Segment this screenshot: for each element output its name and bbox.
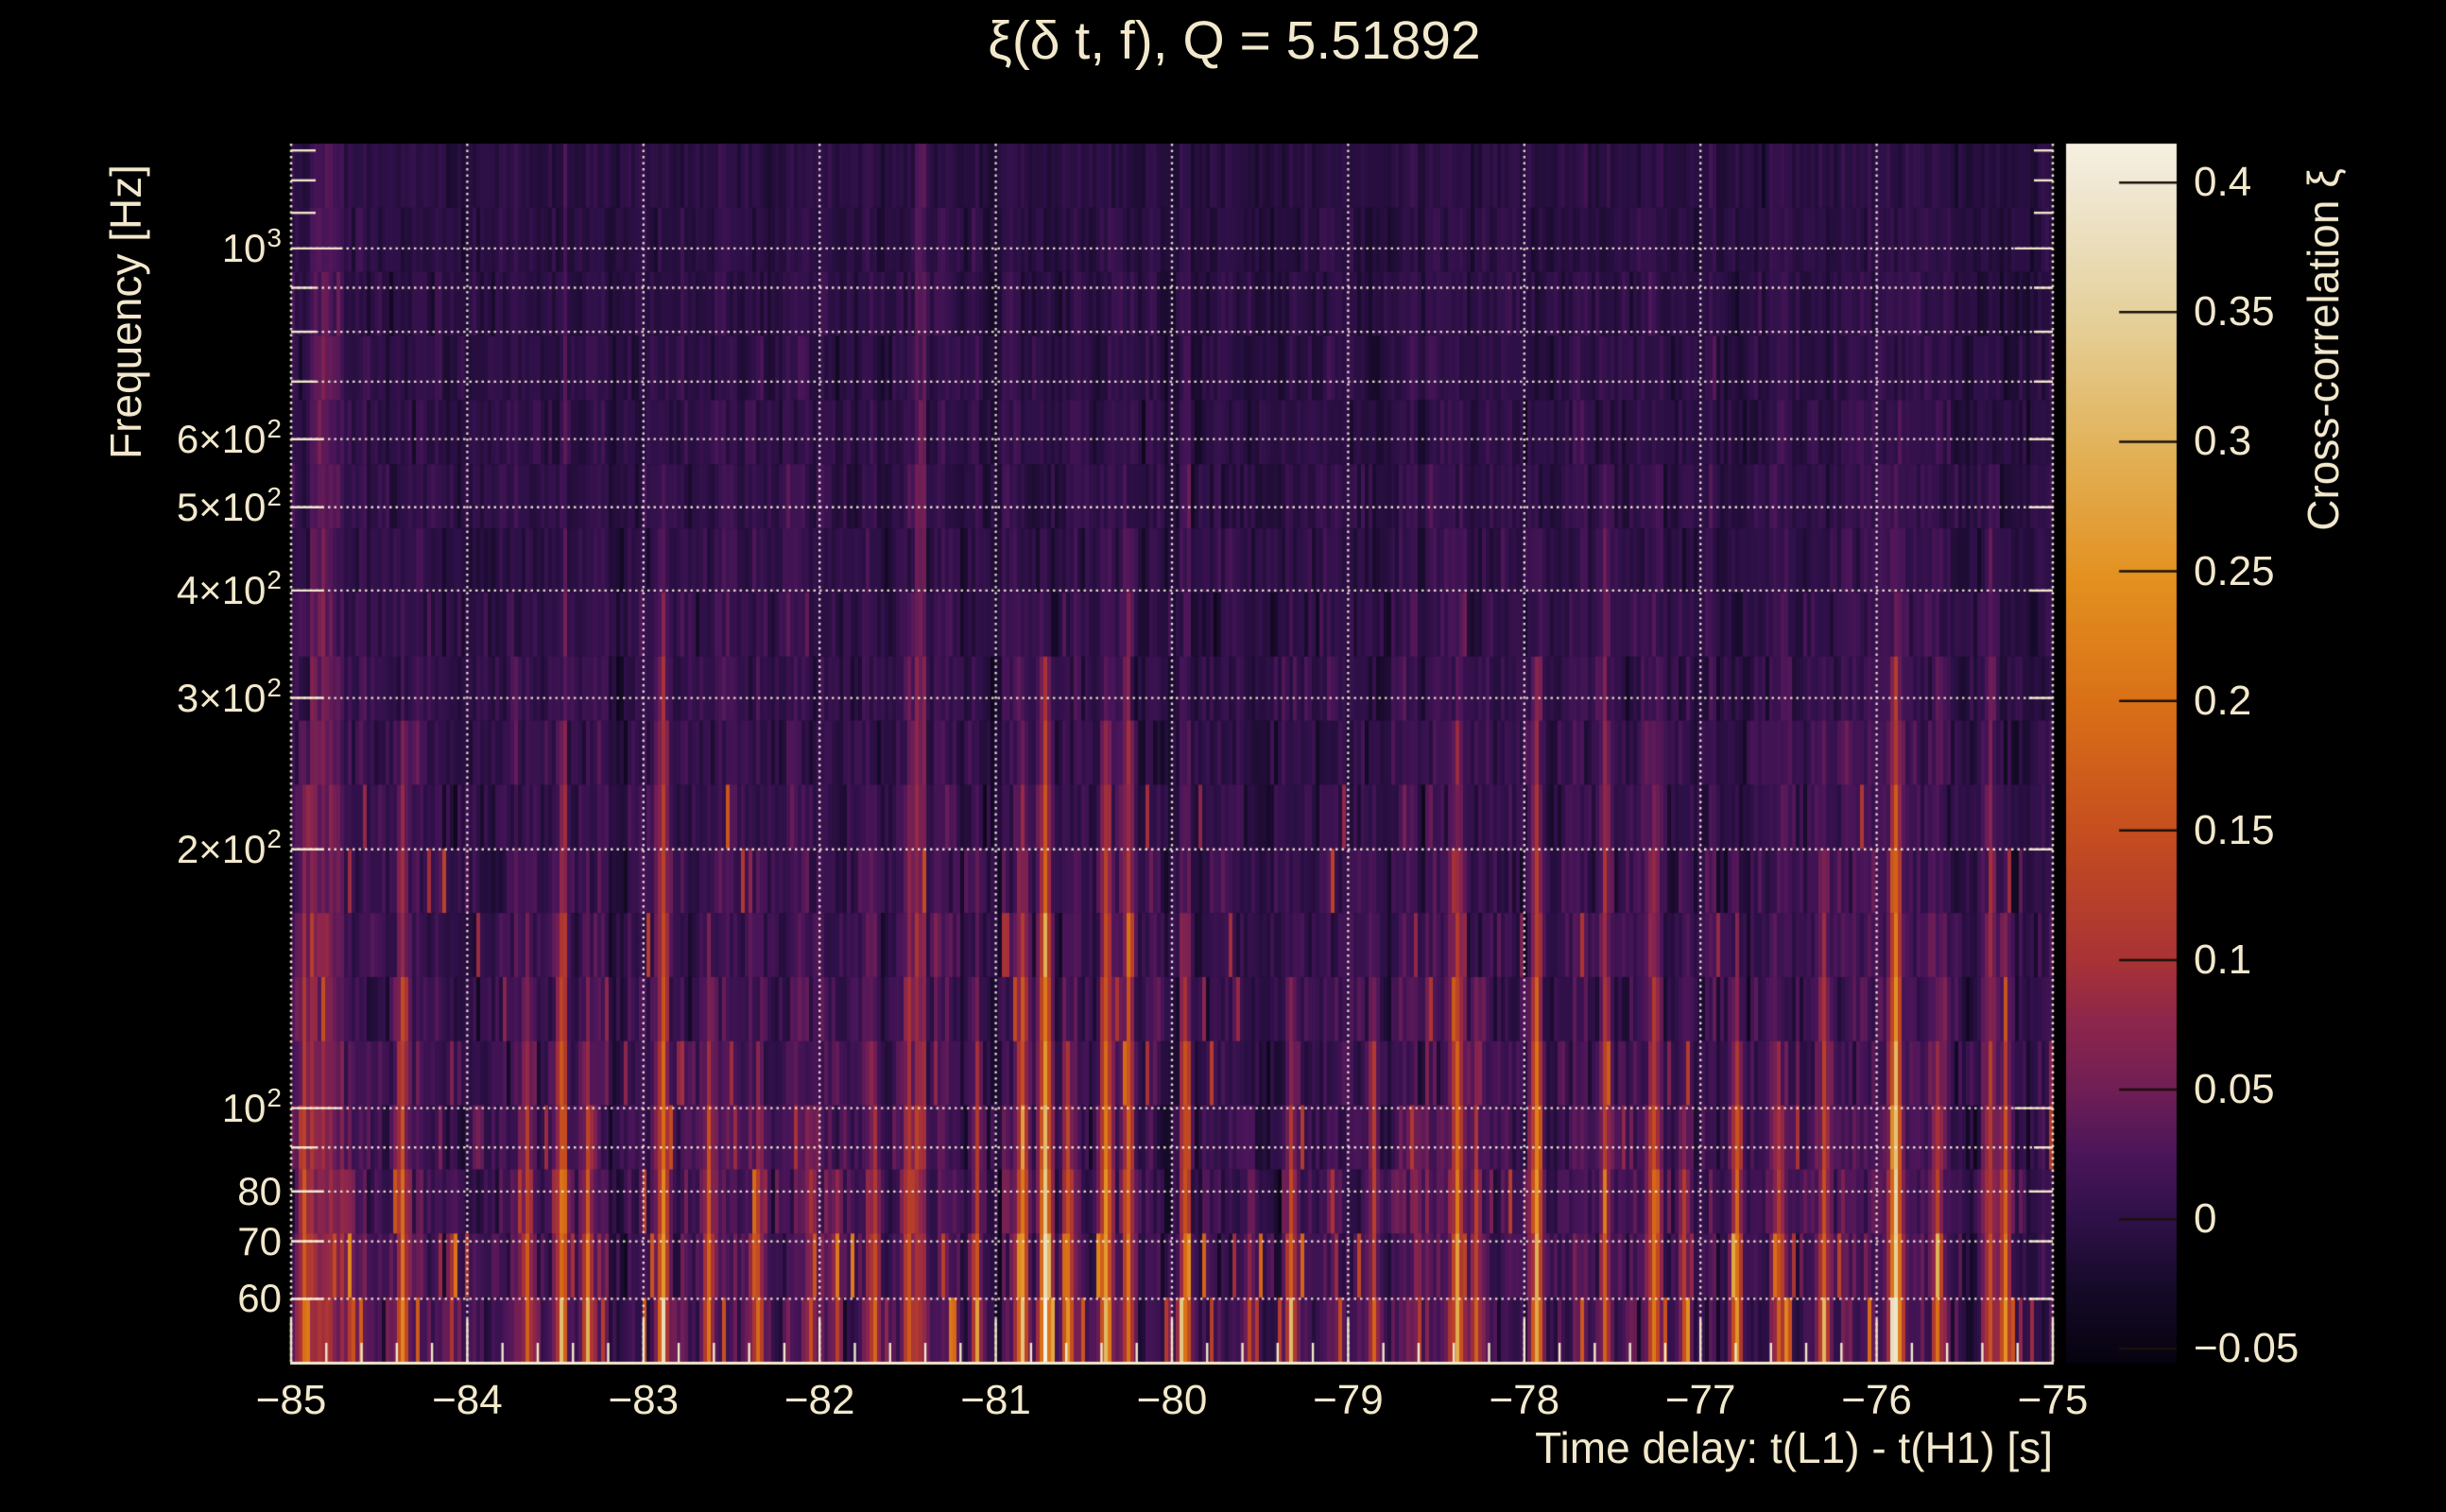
colorbar-tick-label: 0.25 xyxy=(2194,547,2275,594)
x-tick-label: −78 xyxy=(1489,1377,1560,1423)
colorbar-tick-label: 0 xyxy=(2194,1195,2217,1243)
figure: ξ(δ t, f), Q = 5.51892 Frequency [Hz] Ti… xyxy=(0,0,2446,1512)
colorbar-tick-label: −0.05 xyxy=(2194,1325,2300,1372)
x-tick-label: −84 xyxy=(432,1377,503,1423)
colorbar-tick-label: 0.1 xyxy=(2194,936,2252,983)
y-tick-label: 3×102 xyxy=(176,672,282,720)
y-tick-label: 80 xyxy=(237,1168,282,1213)
x-tick-label: −75 xyxy=(2017,1377,2089,1423)
x-tick-label: −76 xyxy=(1841,1377,1912,1423)
x-axis-title: Time delay: t(L1) - t(H1) [s] xyxy=(1535,1423,2053,1472)
y-tick-label: 103 xyxy=(221,222,282,270)
plot-title: ξ(δ t, f), Q = 5.51892 xyxy=(988,10,1481,71)
x-tick-label: −85 xyxy=(255,1377,327,1423)
colorbar-tick-label: 0.05 xyxy=(2194,1066,2275,1113)
y-tick-label: 6×102 xyxy=(176,413,282,461)
x-tick-label: −81 xyxy=(960,1377,1031,1423)
x-tick-label: −79 xyxy=(1313,1377,1384,1423)
colorbar-title: Cross-correlation ξ xyxy=(2299,168,2348,531)
y-tick-label: 102 xyxy=(221,1082,282,1130)
colorbar-tick-label: 0.4 xyxy=(2194,159,2252,206)
y-tick-label: 2×102 xyxy=(176,823,282,871)
colorbar-tick-label: 0.2 xyxy=(2194,677,2252,724)
colorbar-tick-label: 0.15 xyxy=(2194,806,2275,853)
y-tick-label: 4×102 xyxy=(176,564,282,612)
heatmap-canvas xyxy=(0,0,2446,1512)
y-tick-label: 70 xyxy=(237,1218,282,1263)
x-tick-label: −80 xyxy=(1136,1377,1208,1423)
colorbar-tick-label: 0.3 xyxy=(2194,418,2252,465)
x-tick-label: −82 xyxy=(784,1377,855,1423)
y-tick-label: 5×102 xyxy=(176,481,282,529)
colorbar-tick-label: 0.35 xyxy=(2194,288,2275,335)
x-tick-label: −77 xyxy=(1664,1377,1736,1423)
y-tick-label: 60 xyxy=(237,1276,282,1321)
x-tick-label: −83 xyxy=(608,1377,680,1423)
